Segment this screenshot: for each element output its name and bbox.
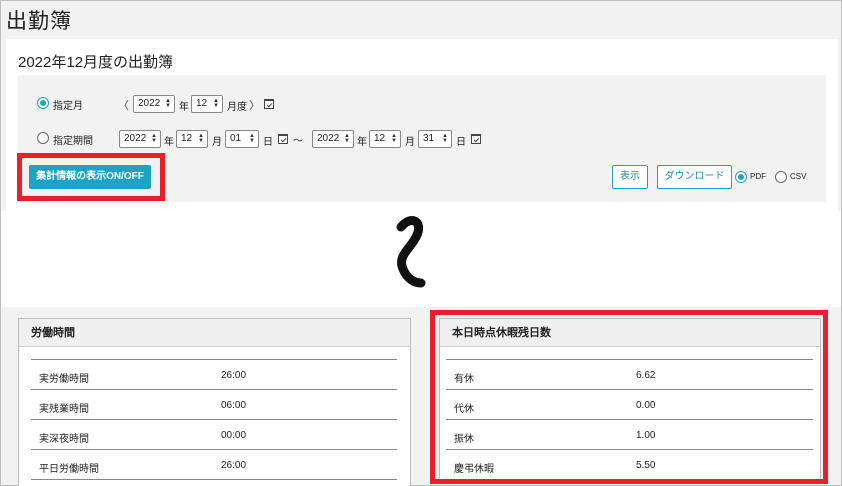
row-divider	[31, 389, 397, 390]
select-arrows-icon: ▲ ▼	[151, 133, 157, 144]
calendar-icon[interactable]	[264, 99, 274, 109]
work-row-value: 26:00	[221, 370, 247, 381]
start-year-select[interactable]: 2022 ▲ ▼	[119, 130, 161, 148]
month-unit-full: 月度	[227, 102, 247, 113]
page-title: 出勤簿	[6, 10, 72, 33]
start-month-select[interactable]: 12 ▲ ▼	[176, 130, 208, 148]
pdf-radio[interactable]	[735, 171, 747, 183]
highlight-frame-leave	[430, 310, 828, 484]
row-divider	[31, 449, 397, 450]
select-arrows-icon: ▲ ▼	[344, 133, 350, 144]
end-day-value: 31	[423, 133, 435, 144]
start-day-unit: 日	[263, 137, 273, 148]
month-month-value: 12	[196, 98, 208, 109]
end-year-unit: 年	[357, 137, 367, 148]
csv-label: CSV	[790, 172, 807, 181]
month-month-select[interactable]: 12 ▲ ▼	[191, 95, 223, 113]
card-title: 2022年12月度の出勤簿	[18, 54, 174, 71]
end-month-select[interactable]: 12 ▲ ▼	[369, 130, 401, 148]
start-day-value: 01	[230, 133, 242, 144]
end-day-select[interactable]: 31 ▲ ▼	[418, 130, 452, 148]
omission-squiggle-icon	[396, 216, 426, 288]
start-year-value: 2022	[124, 133, 147, 144]
month-year-select[interactable]: 2022 ▲ ▼	[133, 95, 175, 113]
select-arrows-icon: ▲ ▼	[198, 133, 204, 144]
select-arrows-icon: ▲ ▼	[442, 133, 448, 144]
prev-month-chevron[interactable]: 〈	[118, 97, 129, 113]
start-month-value: 12	[181, 133, 193, 144]
download-button[interactable]: ダウンロード	[657, 165, 732, 189]
select-arrows-icon: ▲ ▼	[213, 98, 219, 109]
calendar-icon[interactable]	[278, 134, 288, 144]
work-time-title: 労働時間	[19, 319, 410, 347]
row-divider	[31, 479, 397, 480]
period-tilde: ～	[293, 136, 303, 147]
start-month-unit: 月	[212, 137, 222, 148]
work-row-label: 実労働時間	[39, 374, 89, 385]
row-divider	[31, 359, 397, 360]
calendar-icon[interactable]	[471, 134, 481, 144]
pdf-label: PDF	[750, 172, 766, 181]
work-row-value: 06:00	[221, 400, 247, 411]
work-row-label: 実残業時間	[39, 404, 89, 415]
row-divider	[31, 419, 397, 420]
work-row-value: 26:00	[221, 460, 247, 471]
end-year-value: 2022	[317, 133, 340, 144]
work-row-label: 実深夜時間	[39, 434, 89, 445]
work-row-label: 平日労働時間	[39, 464, 99, 475]
csv-radio[interactable]	[775, 171, 787, 183]
highlight-frame-aggregate	[17, 153, 165, 201]
end-month-value: 12	[374, 133, 386, 144]
month-radio-label: 指定月	[53, 101, 83, 112]
select-arrows-icon: ▲ ▼	[249, 133, 255, 144]
next-month-chevron[interactable]: 〉	[249, 97, 260, 113]
month-radio[interactable]	[37, 97, 49, 109]
select-arrows-icon: ▲ ▼	[391, 133, 397, 144]
select-arrows-icon: ▲ ▼	[165, 98, 171, 109]
end-month-unit: 月	[405, 137, 415, 148]
period-radio-label: 指定期間	[53, 136, 93, 147]
work-row-value: 00:00	[221, 430, 247, 441]
start-year-unit: 年	[164, 137, 174, 148]
end-year-select[interactable]: 2022 ▲ ▼	[312, 130, 354, 148]
period-radio[interactable]	[37, 132, 49, 144]
end-day-unit: 日	[456, 137, 466, 148]
month-year-value: 2022	[138, 98, 161, 109]
show-button[interactable]: 表示	[612, 165, 648, 189]
year-unit: 年	[179, 102, 189, 113]
start-day-select[interactable]: 01 ▲ ▼	[225, 130, 259, 148]
